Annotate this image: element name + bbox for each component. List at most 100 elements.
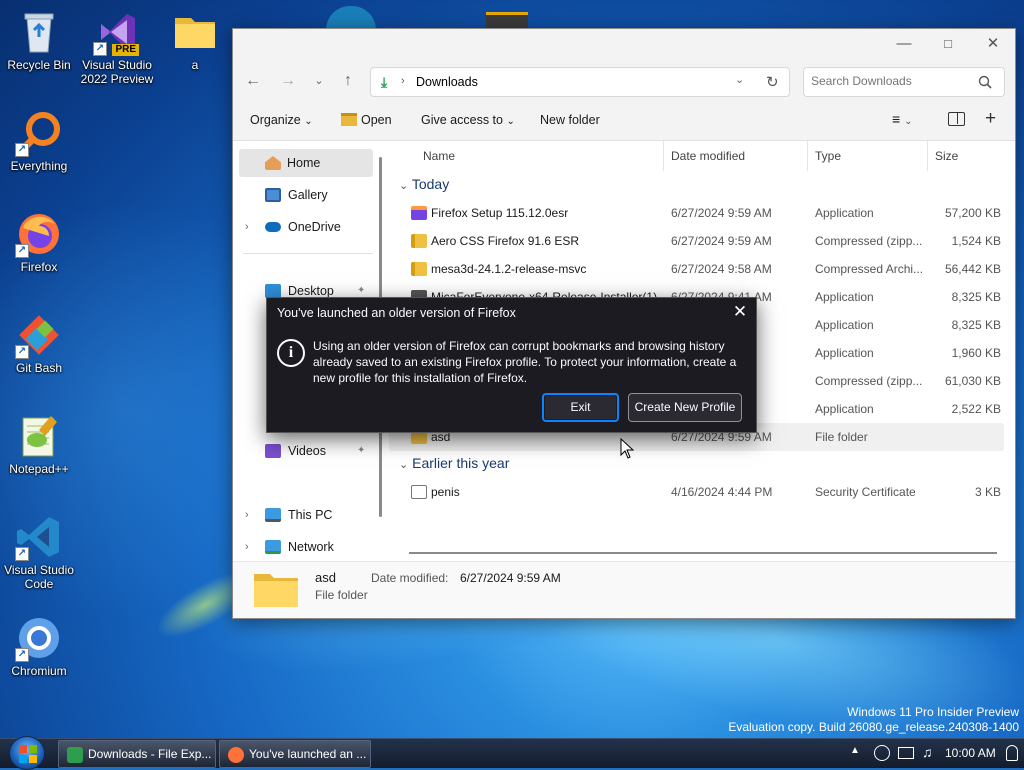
notepad-plus-plus-icon — [15, 412, 63, 460]
desktop-icon-folder-a[interactable]: a — [156, 8, 234, 72]
visual-studio-preview-icon: PRE ↗ — [93, 8, 141, 56]
nav-divider — [243, 253, 373, 254]
desktop-icon-everything[interactable]: ↗ Everything — [0, 109, 78, 173]
nav-item-gallery[interactable]: Gallery — [233, 181, 373, 209]
file-row[interactable]: mesa3d-24.1.2-release-msvc 6/27/2024 9:58… — [389, 255, 1004, 283]
desktop-icon-notepad-plus-plus[interactable]: Notepad++ — [0, 412, 78, 476]
refresh-icon[interactable]: ↻ — [766, 73, 779, 91]
shortcut-arrow-icon: ↗ — [15, 345, 29, 359]
dialog-message: Using an older version of Firefox can co… — [313, 339, 737, 385]
desktop-icon-label: a — [191, 58, 199, 72]
desktop-icon-recycle-bin[interactable]: Recycle Bin — [0, 8, 78, 72]
create-new-profile-button[interactable]: Create New Profile — [628, 393, 742, 422]
info-icon: i — [277, 339, 305, 367]
desktop-icon-label: Everything — [10, 159, 68, 173]
home-icon — [265, 156, 281, 170]
taskbar-button-file-explorer[interactable]: Downloads - File Exp... — [58, 740, 216, 768]
search-icon — [978, 75, 992, 89]
recent-locations-button[interactable]: ⌄ — [308, 71, 330, 93]
chromium-icon: ↗ — [15, 614, 63, 662]
breadcrumb-downloads[interactable]: Downloads — [416, 75, 478, 89]
column-header-size[interactable]: Size — [935, 149, 958, 163]
onedrive-icon — [265, 222, 281, 232]
file-row[interactable]: Firefox Setup 115.12.0esr 6/27/2024 9:59 … — [389, 199, 1004, 227]
desktop-icon-firefox[interactable]: ↗ Firefox — [0, 210, 78, 274]
new-folder-button[interactable]: New folder — [540, 113, 600, 127]
desktop-icon-label: Visual Studio 2022 Preview — [80, 58, 154, 86]
exit-button[interactable]: Exit — [542, 393, 619, 422]
breadcrumb-separator-icon: › — [401, 75, 405, 87]
notifications-icon[interactable] — [1006, 745, 1018, 761]
view-options-icon[interactable]: ≡ ⌄ — [892, 111, 912, 127]
chevron-down-icon: ⌄ — [506, 116, 515, 127]
installer-icon — [411, 206, 427, 220]
maximize-button[interactable]: □ — [934, 33, 962, 55]
taskbar: Downloads - File Exp... You've launched … — [0, 736, 1024, 770]
back-button[interactable]: ← — [242, 71, 264, 93]
column-header-date[interactable]: Date modified — [671, 149, 745, 163]
desktop-icon-vscode[interactable]: ↗ Visual Studio Code — [0, 513, 78, 591]
taskbar-button-firefox-dialog[interactable]: You've launched an ... — [219, 740, 371, 768]
archive-icon — [411, 262, 427, 276]
address-bar[interactable]: ⤓ › Downloads ⌄ ↻ — [370, 67, 790, 97]
column-header-name[interactable]: Name — [423, 149, 455, 163]
column-header-type[interactable]: Type — [815, 149, 841, 163]
desktop-icon-label: Firefox — [20, 260, 58, 274]
nav-item-videos[interactable]: Videos ✦ — [233, 437, 373, 465]
search-box[interactable] — [803, 67, 1005, 97]
group-header-earlier[interactable]: ⌄ Earlier this year — [399, 455, 509, 471]
nav-item-network[interactable]: › Network — [233, 533, 373, 561]
forward-button[interactable]: → — [277, 71, 299, 93]
give-access-button[interactable]: Give access to ⌄ — [421, 113, 515, 127]
group-header-today[interactable]: ⌄ Today — [399, 176, 449, 192]
command-bar: Organize ⌄ Open Give access to ⌄ New fol… — [233, 103, 1015, 141]
watermark-build: Evaluation copy. Build 26080.ge_release.… — [728, 720, 1019, 734]
details-date-value: 6/27/2024 9:59 AM — [460, 571, 561, 585]
up-button[interactable]: ↑ — [337, 71, 359, 93]
close-button[interactable]: ✕ — [979, 33, 1007, 55]
file-row[interactable]: Aero CSS Firefox 91.6 ESR 6/27/2024 9:59 … — [389, 227, 1004, 255]
desktop-icon-label: Visual Studio Code — [4, 563, 74, 591]
start-button[interactable] — [9, 736, 45, 770]
details-pane-icon[interactable] — [948, 112, 965, 126]
details-bar: asd File folder Date modified: 6/27/2024… — [233, 561, 1015, 618]
preview-badge: PRE — [112, 44, 139, 56]
network-status-icon[interactable] — [898, 747, 914, 759]
windows-logo-icon — [19, 745, 37, 763]
shortcut-arrow-icon: ↗ — [15, 547, 29, 561]
desktop-icon-visual-studio-preview[interactable]: PRE ↗ Visual Studio 2022 Preview — [78, 8, 156, 86]
show-hidden-icons-button[interactable]: ▲ — [850, 745, 860, 756]
open-button[interactable]: Open — [341, 113, 392, 127]
downloads-icon: ⤓ — [381, 74, 388, 90]
git-bash-icon: ↗ — [15, 311, 63, 359]
details-date-label: Date modified: — [371, 571, 449, 585]
add-tab-icon[interactable]: + — [985, 108, 996, 130]
action-center-icon[interactable] — [874, 745, 890, 761]
taskbar-clock[interactable]: 10:00 AM — [945, 746, 996, 760]
nav-item-home[interactable]: Home — [239, 149, 373, 177]
organize-button[interactable]: Organize ⌄ — [250, 113, 313, 127]
dialog-title: You've launched an older version of Fire… — [277, 306, 516, 320]
pin-icon: ✦ — [357, 445, 366, 456]
desktop-icon-chromium[interactable]: ↗ Chromium — [0, 614, 78, 678]
address-row: ← → ⌄ ↑ ⤓ › Downloads ⌄ ↻ — [233, 59, 1015, 103]
minimize-button[interactable]: — — [890, 33, 918, 55]
file-row[interactable]: penis 4/16/2024 4:44 PM Security Certifica… — [389, 478, 1004, 506]
network-icon — [265, 540, 281, 554]
nav-item-this-pc[interactable]: › This PC — [233, 501, 373, 529]
zip-folder-icon — [411, 234, 427, 248]
desktop-icon-git-bash[interactable]: ↗ Git Bash — [0, 311, 78, 375]
vscode-icon: ↗ — [15, 513, 63, 561]
nav-item-onedrive[interactable]: › OneDrive — [233, 213, 373, 241]
horizontal-scrollbar[interactable] — [409, 552, 997, 554]
volume-icon[interactable]: ♫ — [922, 744, 933, 760]
chevron-down-icon: ⌄ — [304, 116, 313, 127]
address-dropdown-icon[interactable]: ⌄ — [735, 73, 744, 86]
search-input[interactable] — [811, 74, 971, 88]
this-pc-icon — [265, 508, 281, 522]
mouse-cursor-icon — [620, 438, 634, 459]
dialog-close-icon[interactable]: ✕ — [730, 302, 750, 322]
desktop-icon-label: Chromium — [11, 664, 67, 678]
videos-icon — [265, 444, 281, 458]
folder-icon — [171, 8, 219, 56]
